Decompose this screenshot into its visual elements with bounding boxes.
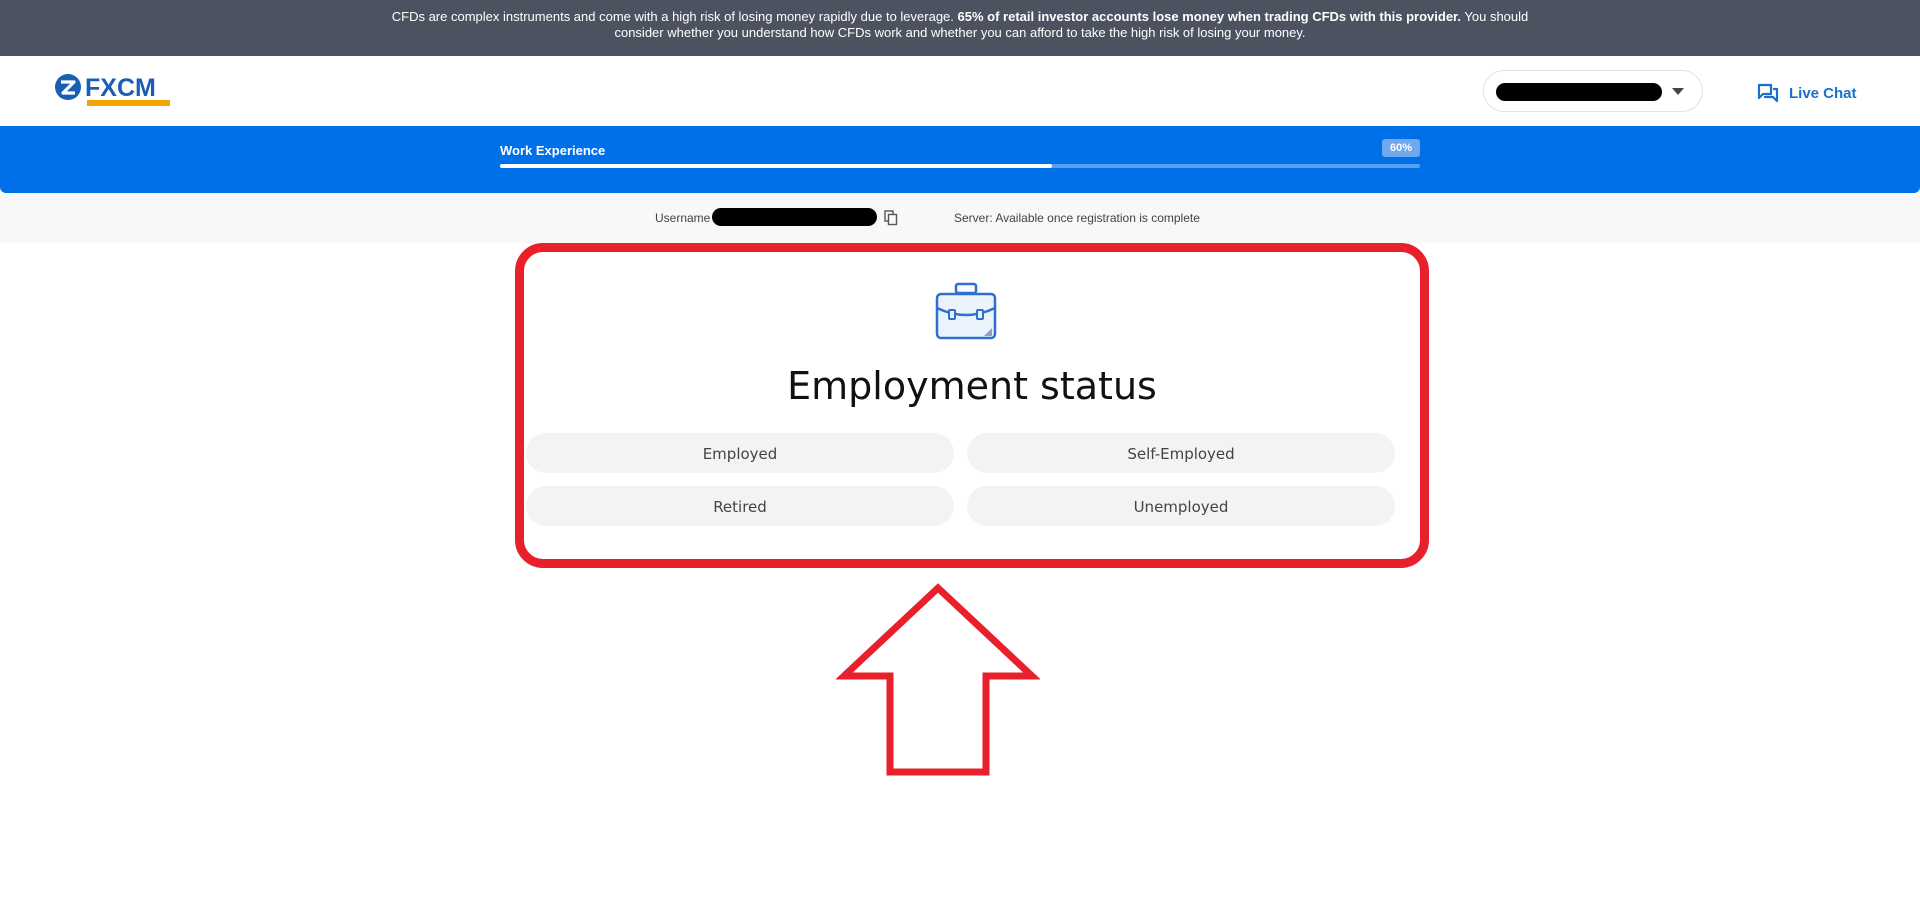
progress-track: [500, 164, 1420, 168]
fxcm-logo-icon: FXCM: [55, 74, 170, 106]
up-arrow-annotation-icon: [836, 583, 1040, 776]
option-employed-button[interactable]: Employed: [526, 433, 954, 473]
risk-warning-bold-text: 65% of retail investor accounts lose mon…: [957, 9, 1462, 24]
progress-fill: [500, 164, 1052, 168]
chat-bubbles-icon: [1757, 83, 1779, 103]
progress-percent-badge: 60%: [1382, 139, 1420, 157]
card-title: Employment status: [787, 364, 1157, 408]
logo-wordmark: FXCM: [85, 74, 156, 102]
employment-status-card: Employment status Employed Self-Employed…: [515, 243, 1429, 568]
site-header: FXCM Live Chat: [0, 56, 1920, 126]
server-status-text: Server: Available once registration is c…: [954, 211, 1200, 225]
username-label: Username: [655, 211, 711, 225]
redacted-username: [712, 208, 877, 226]
live-chat-button[interactable]: Live Chat: [1757, 82, 1857, 104]
progress-section: Work Experience 60%: [0, 126, 1920, 193]
redacted-account-name: [1496, 83, 1662, 101]
account-info-strip: Username Server: Available once registra…: [0, 193, 1920, 243]
option-unemployed-button[interactable]: Unemployed: [967, 486, 1395, 526]
option-retired-button[interactable]: Retired: [526, 486, 954, 526]
option-self-employed-button[interactable]: Self-Employed: [967, 433, 1395, 473]
live-chat-label: Live Chat: [1789, 84, 1857, 102]
progress-step-title: Work Experience: [500, 143, 606, 158]
briefcase-icon: [935, 282, 997, 340]
risk-warning-banner: CFDs are complex instruments and come wi…: [0, 0, 1920, 56]
chevron-down-icon: [1672, 88, 1684, 95]
risk-warning-text: CFDs are complex instruments and come wi…: [391, 9, 958, 24]
copy-icon[interactable]: [884, 210, 898, 226]
fxcm-logo[interactable]: FXCM: [54, 72, 172, 108]
account-selector[interactable]: [1483, 70, 1703, 112]
